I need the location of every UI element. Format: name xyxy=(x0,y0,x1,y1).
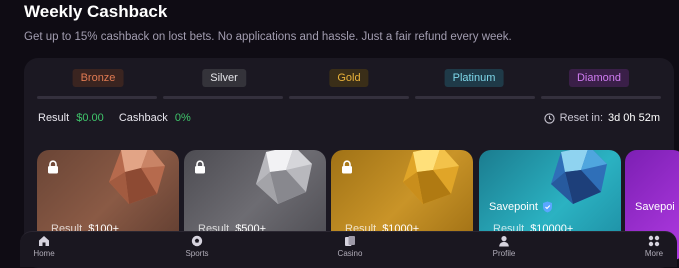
lock-icon xyxy=(195,160,205,174)
nav-label: Home xyxy=(33,249,55,258)
nav-sports[interactable]: Sports xyxy=(167,235,227,258)
soccer-ball-icon xyxy=(191,235,203,247)
user-icon xyxy=(499,236,509,247)
nav-home[interactable]: Home xyxy=(14,235,74,258)
result-summary: Result $0.00 Cashback 0% xyxy=(38,112,195,124)
cashback-label: Cashback xyxy=(118,112,168,124)
reset-timer: Reset in: 3d 0h 52m xyxy=(543,112,660,124)
silver-gem-icon xyxy=(256,150,312,204)
lock-icon xyxy=(48,160,58,174)
page-subtitle: Get up to 15% cashback on lost bets. No … xyxy=(24,31,512,43)
nav-casino[interactable]: Casino xyxy=(320,235,380,258)
tier-progress-segment xyxy=(541,96,661,99)
result-label: Result xyxy=(38,112,70,124)
platinum-gem-icon xyxy=(551,150,607,204)
tier-platinum[interactable]: Platinum xyxy=(444,69,504,87)
tier-tabs: Bronze Silver Gold Platinum Diamond xyxy=(24,69,674,87)
home-icon xyxy=(39,236,49,246)
savepoint-text: Savepoint xyxy=(489,201,538,213)
nav-label: Sports xyxy=(185,249,209,258)
nav-label: Casino xyxy=(337,249,363,258)
savepoint-text: Savepoi xyxy=(635,201,675,213)
gold-gem-icon xyxy=(403,150,459,204)
tier-progress-segment xyxy=(163,96,283,99)
cashback-value: 0% xyxy=(174,112,191,124)
tier-progress-segment xyxy=(37,96,157,99)
nav-profile[interactable]: Profile xyxy=(474,235,534,258)
nav-more[interactable]: More xyxy=(624,235,679,258)
shield-icon xyxy=(542,201,552,213)
lock-icon xyxy=(342,160,352,174)
tier-gold[interactable]: Gold xyxy=(329,69,369,87)
savepoint-label: Savepoint xyxy=(489,201,553,213)
result-value: $0.00 xyxy=(76,112,104,124)
grid-icon xyxy=(648,235,660,247)
reset-label: Reset in: xyxy=(559,112,604,124)
page-title: Weekly Cashback xyxy=(24,2,168,21)
nav-label: More xyxy=(644,249,664,258)
tier-progress-segment xyxy=(289,96,409,99)
cards-icon xyxy=(345,236,355,246)
tier-progress-segment xyxy=(415,96,535,99)
reset-value: 3d 0h 52m xyxy=(608,112,660,124)
bronze-gem-icon xyxy=(109,150,165,204)
savepoint-label: Savepoi xyxy=(635,201,675,213)
tier-bronze[interactable]: Bronze xyxy=(72,69,124,87)
clock-icon xyxy=(543,112,555,124)
tier-diamond[interactable]: Diamond xyxy=(568,69,630,87)
tier-silver[interactable]: Silver xyxy=(202,69,246,87)
nav-label: Profile xyxy=(492,249,516,258)
bottom-navigation: Home Sports Casino Profile More xyxy=(20,231,677,267)
